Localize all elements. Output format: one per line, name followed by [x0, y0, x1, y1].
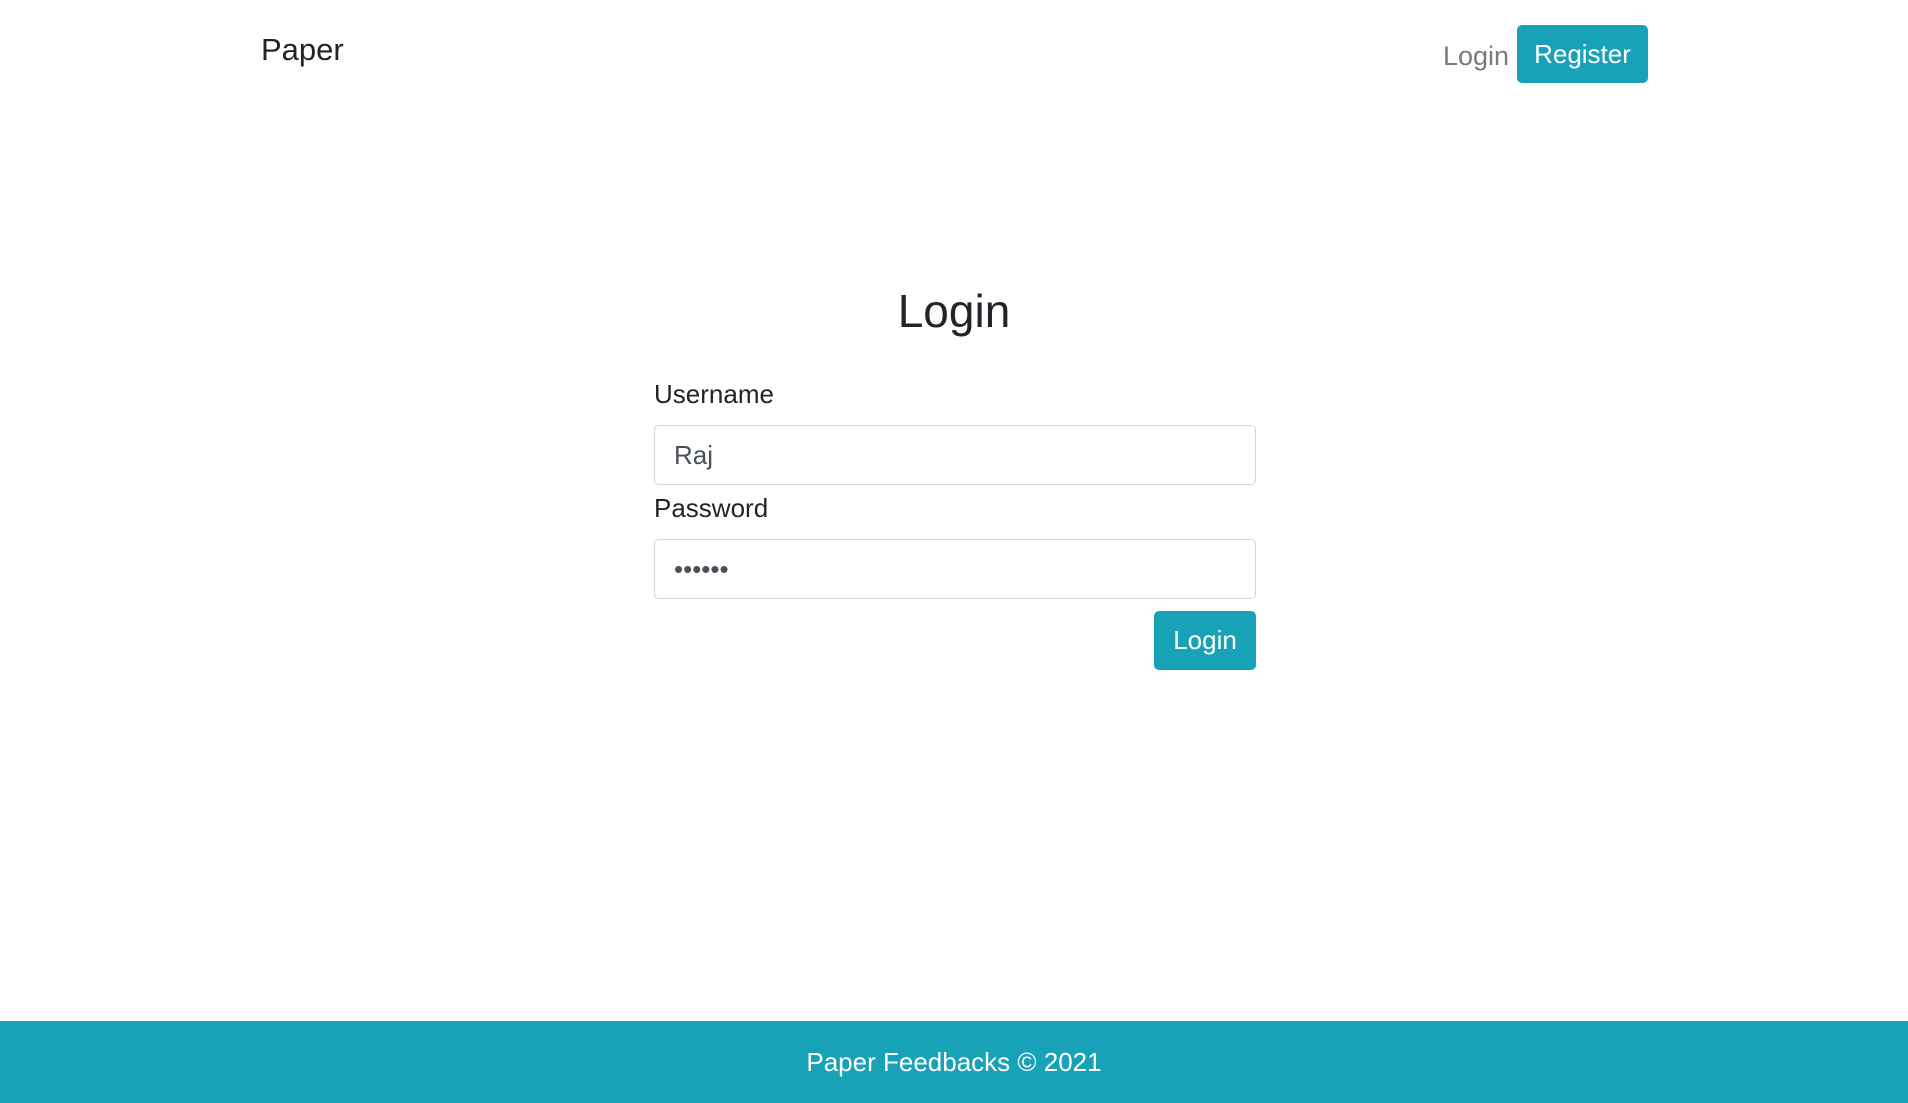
navbar: Paper Login Register [0, 0, 1908, 110]
username-label: Username [654, 379, 774, 409]
brand-link[interactable]: Paper [261, 30, 344, 70]
login-form: Username Password Login [654, 375, 1256, 670]
page: Paper Login Register Login Username Pass… [0, 0, 1908, 1103]
password-label: Password [654, 493, 769, 523]
nav-login-link[interactable]: Login [1443, 36, 1509, 76]
register-button[interactable]: Register [1517, 25, 1648, 83]
password-input[interactable] [654, 539, 1256, 599]
footer: Paper Feedbacks © 2021 [0, 1021, 1908, 1103]
footer-text: Paper Feedbacks © 2021 [806, 1046, 1102, 1077]
login-submit-button[interactable]: Login [1154, 611, 1256, 670]
username-input[interactable] [654, 425, 1256, 485]
submit-row: Login [654, 611, 1256, 670]
page-title: Login [897, 285, 1011, 337]
